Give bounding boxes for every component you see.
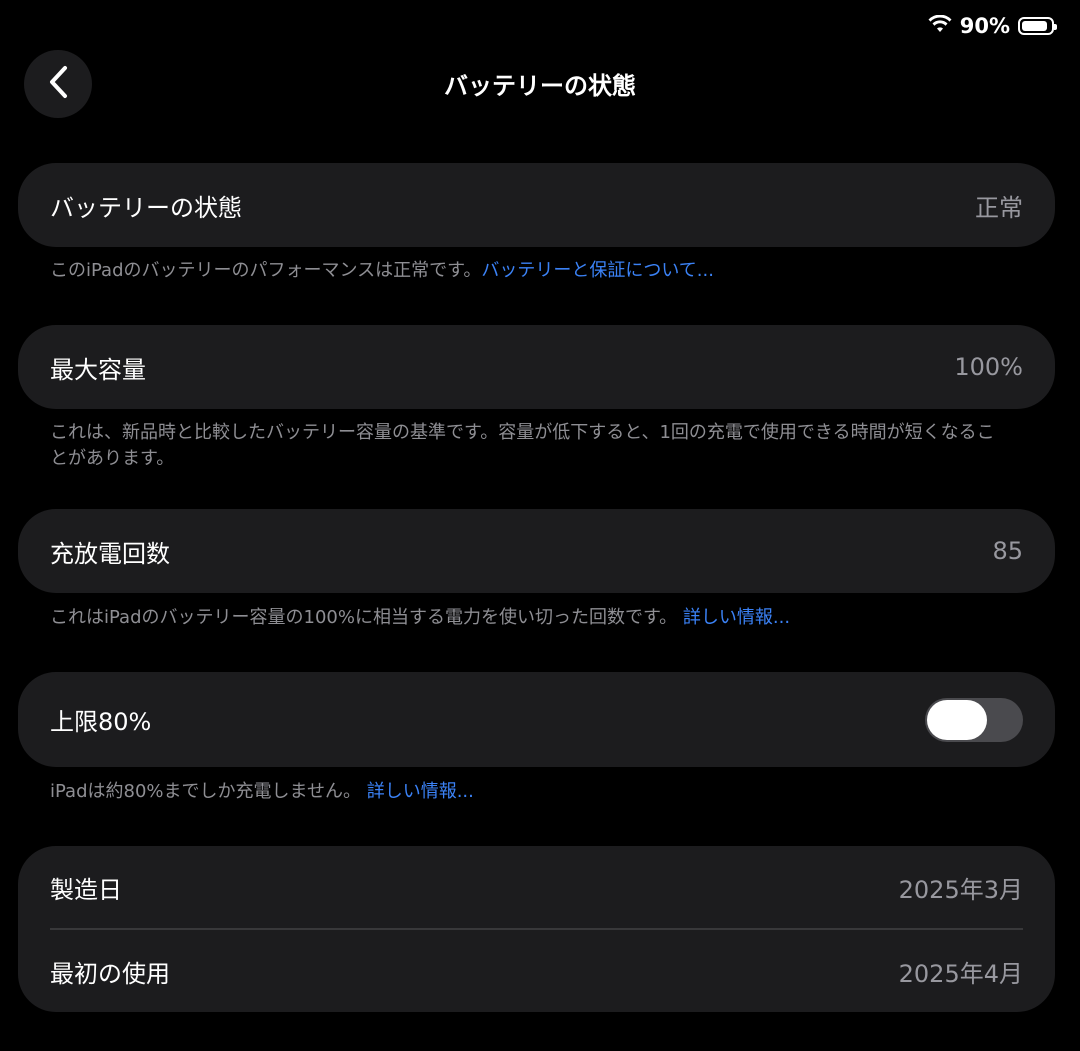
- battery-health-note-text: このiPadのバッテリーのパフォーマンスは正常です。: [50, 260, 482, 281]
- wifi-icon: [928, 14, 952, 38]
- charge-limit-toggle[interactable]: [925, 697, 1023, 742]
- charge-limit-note: iPadは約80%までしか充電しません。 詳しい情報...: [50, 779, 1010, 805]
- charge-limit-more-info-link[interactable]: 詳しい情報...: [367, 781, 474, 802]
- dates-card: 製造日 2025年3月 最初の使用 2025年4月: [18, 846, 1055, 1012]
- battery-health-card: バッテリーの状態 正常: [18, 163, 1055, 247]
- manufacture-date-value: 2025年3月: [898, 875, 1023, 904]
- page-title: バッテリーの状態: [444, 72, 636, 100]
- first-use-label: 最初の使用: [50, 959, 170, 988]
- max-capacity-note: これは、新品時と比較したバッテリー容量の基準です。容量が低下すると、1回の充電で…: [50, 422, 995, 469]
- cycle-count-value: 85: [992, 537, 1023, 565]
- battery-health-note: このiPadのバッテリーのパフォーマンスは正常です。バッテリーと保証について..…: [50, 258, 1010, 284]
- charge-limit-card: 上限80%: [18, 672, 1055, 767]
- toggle-knob: [927, 699, 987, 740]
- battery-warranty-link[interactable]: バッテリーと保証について...: [481, 260, 714, 281]
- battery-icon: [1018, 17, 1057, 35]
- manufacture-date-label: 製造日: [50, 875, 122, 904]
- charge-limit-note-text: iPadは約80%までしか充電しません。: [50, 781, 367, 802]
- cycle-count-note-text: これはiPadのバッテリー容量の100%に相当する電力を使い切った回数です。: [50, 607, 683, 628]
- cycle-count-more-info-link[interactable]: 詳しい情報...: [683, 607, 790, 628]
- battery-health-value: 正常: [975, 193, 1023, 222]
- battery-percent: 90%: [959, 14, 1010, 38]
- battery-health-label: バッテリーの状態: [50, 193, 242, 222]
- max-capacity-value: 100%: [954, 353, 1023, 381]
- cycle-count-label: 充放電回数: [50, 539, 170, 568]
- cycle-count-note: これはiPadのバッテリー容量の100%に相当する電力を使い切った回数です。 詳…: [50, 605, 1010, 631]
- battery-level-fill: [1022, 21, 1048, 31]
- status-bar: 90%: [928, 12, 1057, 40]
- cycle-count-card: 充放電回数 85: [18, 509, 1055, 593]
- first-use-value: 2025年4月: [898, 959, 1023, 988]
- max-capacity-card: 最大容量 100%: [18, 325, 1055, 409]
- max-capacity-label: 最大容量: [50, 355, 146, 384]
- charge-limit-label: 上限80%: [50, 708, 152, 736]
